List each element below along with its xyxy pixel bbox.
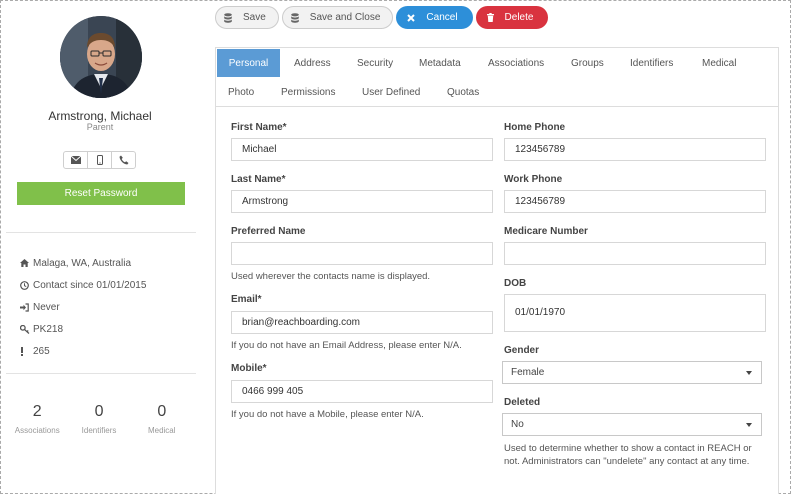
email-help: If you do not have an Email Address, ple…: [231, 340, 462, 351]
avatar: [60, 16, 142, 98]
dob-input[interactable]: 01/01/1970: [504, 294, 766, 332]
dob-label: DOB: [504, 278, 527, 289]
home-icon: [20, 259, 33, 267]
trash-icon: [486, 13, 494, 22]
last-name-input[interactable]: Armstrong: [231, 190, 493, 213]
save-and-close-button[interactable]: Save and Close: [281, 6, 394, 29]
email-contact-button[interactable]: [63, 151, 88, 169]
contact-stats: 2 Associations 0 Identifiers 0 Medical: [0, 403, 200, 435]
info-id: 265: [20, 340, 146, 362]
avatar-photo: [60, 16, 142, 98]
deleted-help: Used to determine whether to show a cont…: [504, 443, 752, 467]
exclamation-icon: [20, 346, 33, 356]
tab-quotas[interactable]: Quotas: [447, 78, 479, 106]
key-icon: [20, 324, 33, 334]
tab-personal[interactable]: Personal: [217, 49, 280, 77]
contact-sidebar: Armstrong, Michael Parent Reset Password: [0, 0, 200, 494]
clock-icon: [20, 280, 33, 290]
work-phone-label: Work Phone: [504, 174, 563, 185]
stat-medical[interactable]: 0 Medical: [124, 403, 200, 435]
work-phone-input[interactable]: 123456789: [504, 190, 766, 213]
first-name-input[interactable]: Michael: [231, 138, 493, 161]
contact-name: Armstrong, Michael: [48, 109, 152, 123]
first-name-label: First Name*: [231, 122, 287, 133]
mobile-label: Mobile*: [231, 363, 267, 374]
tab-permissions[interactable]: Permissions: [281, 78, 335, 106]
info-key: PK218: [20, 318, 146, 340]
phone-icon: [119, 155, 128, 165]
tab-photo[interactable]: Photo: [228, 78, 254, 106]
contact-form-panel: Personal Address Security Metadata Assoc…: [215, 47, 779, 494]
tab-user-defined[interactable]: User Defined: [362, 78, 420, 106]
stat-identifiers[interactable]: 0 Identifiers: [75, 403, 124, 435]
mobile-icon: [96, 155, 103, 165]
database-icon: [224, 12, 232, 23]
save-button[interactable]: Save: [215, 6, 279, 29]
home-phone-label: Home Phone: [504, 122, 566, 133]
gender-label: Gender: [504, 345, 540, 356]
call-contact-button[interactable]: [111, 151, 136, 169]
delete-button[interactable]: Delete: [475, 6, 549, 29]
preferred-name-label: Preferred Name: [231, 226, 306, 237]
envelope-icon: [70, 156, 81, 164]
contact-actions: [63, 151, 136, 169]
sms-contact-button[interactable]: [87, 151, 112, 169]
sidebar-divider: [6, 232, 196, 233]
chevron-down-icon: [746, 423, 752, 427]
tab-security[interactable]: Security: [357, 49, 393, 77]
medicare-label: Medicare Number: [504, 226, 588, 237]
sidebar-divider: [6, 373, 196, 374]
tab-medical[interactable]: Medical: [702, 49, 736, 77]
email-label: Email*: [231, 294, 262, 305]
tab-bar: Personal Address Security Metadata Assoc…: [216, 48, 778, 107]
home-phone-input[interactable]: 123456789: [504, 138, 766, 161]
close-icon: [407, 13, 416, 22]
tab-groups[interactable]: Groups: [571, 49, 604, 77]
reset-password-button[interactable]: Reset Password: [17, 182, 185, 205]
contact-role: Parent: [86, 122, 114, 132]
contact-info-list: Malaga, WA, Australia Contact since 01/0…: [20, 252, 146, 362]
gender-select[interactable]: Female: [502, 361, 762, 384]
mobile-help: If you do not have a Mobile, please ente…: [231, 409, 424, 420]
tab-associations[interactable]: Associations: [488, 49, 544, 77]
preferred-name-input[interactable]: [231, 242, 493, 265]
database-icon: [290, 12, 299, 23]
info-last-login: Never: [20, 296, 146, 318]
medicare-input[interactable]: [504, 242, 766, 265]
tab-identifiers[interactable]: Identifiers: [630, 49, 673, 77]
deleted-label: Deleted: [504, 397, 541, 408]
sign-in-icon: [20, 302, 33, 312]
last-name-label: Last Name*: [231, 174, 286, 185]
stat-associations[interactable]: 2 Associations: [0, 403, 75, 435]
tab-metadata[interactable]: Metadata: [419, 49, 461, 77]
mobile-input[interactable]: 0466 999 405: [231, 380, 493, 403]
preferred-name-help: Used wherever the contacts name is displ…: [231, 271, 431, 282]
info-location: Malaga, WA, Australia: [20, 252, 146, 274]
action-toolbar: Save Save and Close Cancel Delete: [215, 6, 551, 29]
tab-address[interactable]: Address: [294, 49, 331, 77]
cancel-button[interactable]: Cancel: [396, 6, 473, 29]
email-input[interactable]: brian@reachboarding.com: [231, 311, 493, 334]
chevron-down-icon: [746, 371, 752, 375]
info-contact-since: Contact since 01/01/2015: [20, 274, 146, 296]
deleted-select[interactable]: No: [502, 413, 762, 436]
